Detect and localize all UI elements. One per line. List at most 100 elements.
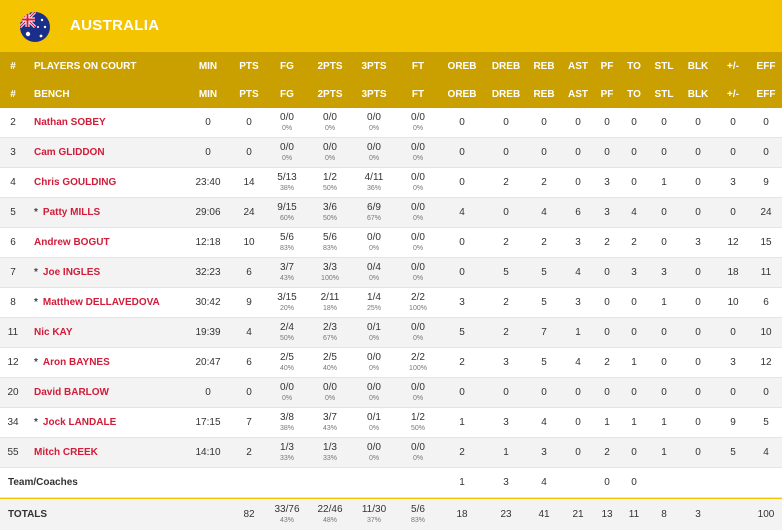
stat-reb: 0 <box>541 387 547 398</box>
bench-col-eff: EFF <box>756 88 776 100</box>
team-header: AUSTRALIA <box>0 0 782 52</box>
stat-blk: 0 <box>695 267 701 278</box>
stat-to: 0 <box>631 177 637 188</box>
stat-p3-pct: 0% <box>368 154 380 162</box>
bench-col-oreb: OREB <box>447 88 477 100</box>
player-name-link[interactable]: Patty MILLS <box>43 207 100 218</box>
stat-fg-made: 0/0 <box>280 381 294 393</box>
stat-oreb: 1 <box>459 417 465 428</box>
stat-ast: 4 <box>575 267 581 278</box>
stat-fg-pct: 43% <box>279 274 294 282</box>
bench-col-ft: FT <box>411 88 425 100</box>
table-row: 7 * Joe INGLES 32:23 6 3/7 43% 3/3 100% 0/4 0% 0/0 0… <box>0 258 782 288</box>
stat-eff: 11 <box>760 267 772 278</box>
team-coaches-reb: 4 <box>541 477 547 488</box>
stat-p2: 2/3 67% <box>308 318 352 347</box>
stat-p3-pct: 0% <box>368 394 380 402</box>
stat-reb: 4 <box>541 417 547 428</box>
player-name-link[interactable]: Jock LANDALE <box>43 417 116 428</box>
totals-pf: 13 <box>601 509 613 520</box>
stat-pf: 0 <box>604 297 610 308</box>
stat-oreb: 0 <box>459 177 465 188</box>
stat-eff: 4 <box>763 447 769 458</box>
stat-dreb: 1 <box>503 447 509 458</box>
player-name-link[interactable]: Joe INGLES <box>43 267 100 278</box>
player-name-link[interactable]: Aron BAYNES <box>43 357 110 368</box>
player-name-link[interactable]: Nathan SOBEY <box>34 117 106 128</box>
player-name-link[interactable]: Nic KAY <box>34 327 73 338</box>
stat-to: 0 <box>631 387 637 398</box>
stat-stl: 1 <box>661 417 667 428</box>
stat-pts: 6 <box>246 267 252 278</box>
stat-pm: 3 <box>730 177 736 188</box>
player-name-link[interactable]: Matthew DELLAVEDOVA <box>43 297 160 308</box>
stat-ft-pct: 100% <box>409 364 427 372</box>
stat-min: 0 <box>205 147 211 158</box>
stat-p2-pct: 40% <box>322 364 337 372</box>
totals-fg: 33/76 43% <box>268 499 306 530</box>
stat-p2: 1/3 33% <box>308 438 352 467</box>
stat-fg-pct: 60% <box>279 214 294 222</box>
table-row: 4 Chris GOULDING 23:40 14 5/13 38% 1/2 50% 4/11 3… <box>0 168 782 198</box>
table-row: 2 Nathan SOBEY 0 0 0/0 0% 0/0 0% 0/0 0% 0/0 0% 0 0 0 0 0… <box>0 108 782 138</box>
starter-marker: * <box>34 417 38 428</box>
player-name-link[interactable]: Cam GLIDDON <box>34 147 105 158</box>
stat-dreb: 2 <box>503 237 509 248</box>
bench-col-p3: 3PTS <box>361 88 387 100</box>
stat-eff: 0 <box>763 117 769 128</box>
court-col-min: MIN <box>198 60 218 72</box>
totals-ft-made: 5/6 <box>411 503 425 515</box>
player-name-cell: David BARLOW <box>34 378 194 407</box>
stat-fg-made: 5/13 <box>277 171 297 183</box>
stat-ft: 0/0 0% <box>398 138 438 167</box>
stat-min: 0 <box>205 117 211 128</box>
stat-pf: 2 <box>604 237 610 248</box>
stat-reb: 5 <box>541 267 547 278</box>
stat-min: 32:23 <box>195 267 221 278</box>
stat-p3: 0/0 0% <box>352 438 396 467</box>
stat-dreb: 2 <box>503 297 509 308</box>
stat-oreb: 2 <box>459 357 465 368</box>
stat-fg: 2/4 50% <box>268 318 306 347</box>
stat-p3: 0/1 0% <box>352 408 396 437</box>
stat-ft-made: 0/0 <box>411 321 425 333</box>
bench-col-pts: PTS <box>239 88 259 100</box>
court-col-blk: BLK <box>687 60 709 72</box>
court-col-eff: EFF <box>756 60 776 72</box>
stat-p2-pct: 0% <box>324 124 336 132</box>
stat-min: 12:18 <box>195 237 221 248</box>
stat-num: 2 <box>10 117 16 128</box>
stat-reb: 3 <box>541 447 547 458</box>
player-name-link[interactable]: Chris GOULDING <box>34 177 116 188</box>
stat-reb: 2 <box>541 237 547 248</box>
player-name-link[interactable]: Andrew BOGUT <box>34 237 110 248</box>
stat-fg-pct: 0% <box>281 154 293 162</box>
stat-stl: 1 <box>661 447 667 458</box>
court-col-ft: FT <box>411 60 425 72</box>
stat-ft-pct: 0% <box>412 124 424 132</box>
stat-p2-pct: 0% <box>324 154 336 162</box>
stat-p2-made: 1/2 <box>323 171 337 183</box>
stat-to: 0 <box>631 297 637 308</box>
stat-pts: 6 <box>246 357 252 368</box>
stat-ast: 0 <box>575 447 581 458</box>
stat-p3-made: 0/4 <box>367 261 381 273</box>
stat-fg-pct: 50% <box>279 334 294 342</box>
stat-ft-pct: 0% <box>412 274 424 282</box>
totals-p2-pct: 48% <box>322 516 337 524</box>
player-name-link[interactable]: Mitch CREEK <box>34 447 98 458</box>
stat-p3: 0/0 0% <box>352 138 396 167</box>
player-name-link[interactable]: David BARLOW <box>34 387 109 398</box>
stat-pf: 0 <box>604 387 610 398</box>
stat-reb: 5 <box>541 297 547 308</box>
stat-ft: 0/0 0% <box>398 378 438 407</box>
stat-p3-pct: 36% <box>366 184 381 192</box>
stat-p2-made: 5/6 <box>323 231 337 243</box>
stat-pf: 0 <box>604 147 610 158</box>
stat-num: 12 <box>7 357 19 368</box>
stat-num: 6 <box>10 237 16 248</box>
totals-stl: 8 <box>661 509 667 520</box>
stat-p3-made: 0/0 <box>367 231 381 243</box>
stat-p2: 2/11 18% <box>308 288 352 317</box>
player-name-cell: Nathan SOBEY <box>34 108 194 137</box>
